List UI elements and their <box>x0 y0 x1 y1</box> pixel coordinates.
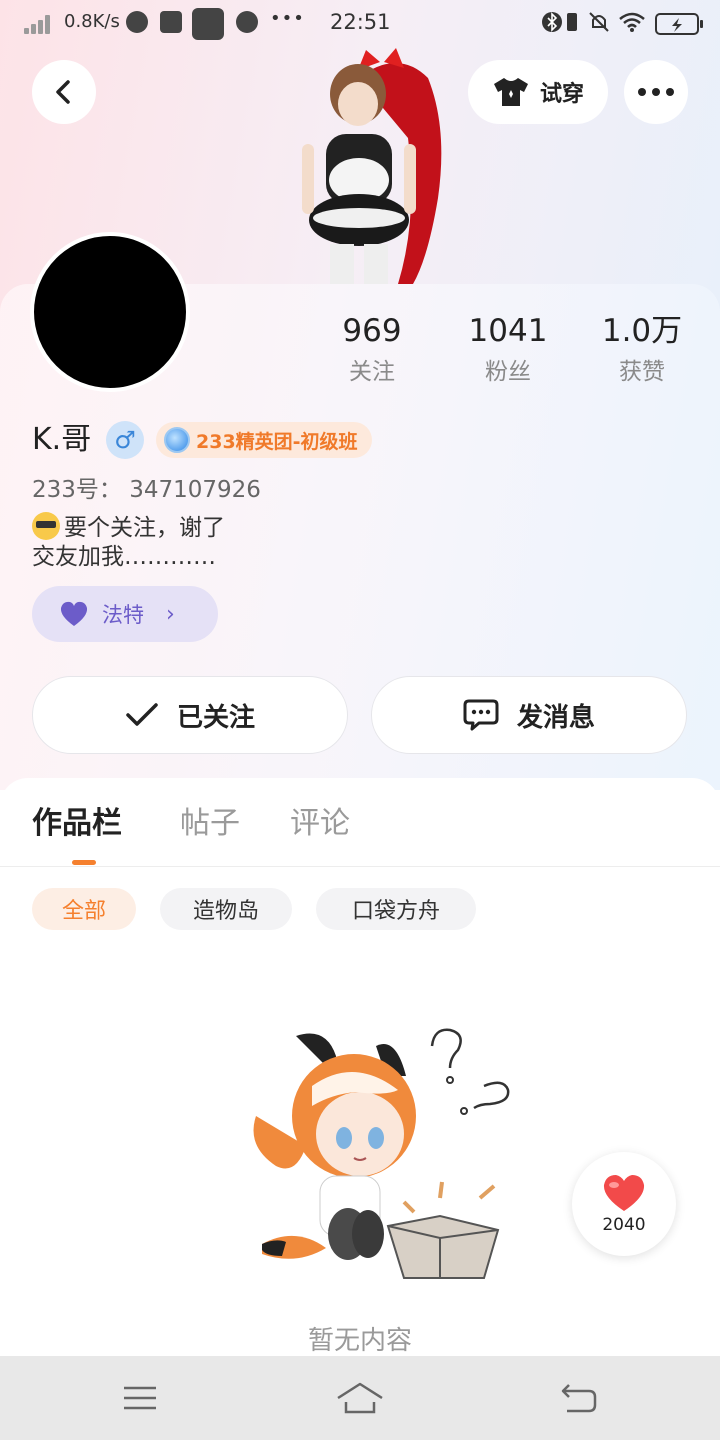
back-button[interactable] <box>32 60 96 124</box>
filter-creation-island[interactable]: 造物岛 <box>160 888 292 930</box>
cat-app-icon <box>236 11 258 33</box>
bluetooth-icon <box>542 11 562 38</box>
chevron-right-icon: › <box>166 601 175 627</box>
tab-divider <box>0 866 720 867</box>
avatar[interactable] <box>30 232 190 392</box>
followers-label: 粉丝 <box>485 359 531 385</box>
likes-label: 获赞 <box>619 359 665 385</box>
bio: 要个关注，谢了 交友加我………… <box>32 512 225 572</box>
try-on-label: 试穿 <box>539 82 584 107</box>
more-dots-icon <box>638 88 674 96</box>
filter-pocket-ark[interactable]: 口袋方舟 <box>316 888 476 930</box>
filter-all[interactable]: 全部 <box>32 888 136 930</box>
following-count: 969 <box>342 313 402 349</box>
tab-comments[interactable]: 评论 <box>290 802 350 846</box>
likes-stat[interactable]: 1.0万 获赞 <box>582 312 702 386</box>
tshirt-icon <box>493 78 528 106</box>
chat-bubble-icon <box>463 699 499 731</box>
elite-badge[interactable]: 233精英团-初级班 <box>156 422 372 458</box>
empty-state-text: 暂无内容 <box>307 1326 412 1356</box>
likes-count: 1.0万 <box>601 313 683 349</box>
wifi-icon <box>618 11 646 38</box>
relationship-tag-chip[interactable]: 法特 › <box>32 586 218 642</box>
send-message-label: 发消息 <box>516 702 595 733</box>
bio-line-1: 要个关注，谢了 <box>64 515 225 541</box>
avatar-3d-figure <box>288 48 458 284</box>
tab-posts[interactable]: 帖子 <box>180 802 240 846</box>
status-bar: 0.8K/s ••• 22:51 <box>0 0 720 46</box>
check-icon <box>126 703 158 726</box>
heart-icon <box>60 601 88 626</box>
more-options-button[interactable] <box>624 60 688 124</box>
mute-icon <box>588 11 610 38</box>
like-count: 2040 <box>602 1215 646 1235</box>
planet-app-icon <box>126 11 148 33</box>
vibrate-icon <box>566 11 578 38</box>
send-message-button[interactable]: 发消息 <box>371 676 687 754</box>
home-button[interactable] <box>330 1370 390 1426</box>
followers-stat[interactable]: 1041 粉丝 <box>448 312 568 386</box>
menu-lines-icon <box>124 1386 156 1410</box>
following-button[interactable]: 已关注 <box>32 676 348 754</box>
following-stat[interactable]: 969 关注 <box>312 312 432 386</box>
battery-icon <box>655 13 703 35</box>
active-tab-indicator <box>72 860 96 865</box>
more-notifications-icon: ••• <box>270 8 305 29</box>
chevron-left-icon <box>56 80 70 104</box>
male-gender-icon: ♂ <box>106 421 144 459</box>
following-label: 关注 <box>349 359 395 385</box>
network-speed: 0.8K/s <box>64 11 120 32</box>
followers-count: 1041 <box>468 313 548 349</box>
return-arrow-icon <box>561 1384 597 1413</box>
tab-works[interactable]: 作品栏 <box>32 802 122 846</box>
sunglasses-emoji-icon <box>32 512 60 540</box>
user-id: 233号： 347107926 <box>32 477 261 503</box>
clock: 22:51 <box>330 10 391 34</box>
system-nav-bar <box>0 1356 720 1440</box>
badge-gem-icon <box>164 427 190 453</box>
try-on-button[interactable]: 试穿 <box>468 60 608 124</box>
floating-like-button[interactable]: 2040 <box>572 1152 676 1256</box>
recent-apps-button[interactable] <box>110 1370 170 1426</box>
back-nav-button[interactable] <box>548 1370 608 1426</box>
tag-label: 法特 <box>102 603 144 627</box>
username: K.哥 <box>32 422 92 457</box>
home-icon <box>337 1382 383 1414</box>
red-heart-icon <box>603 1175 645 1211</box>
app-notification-icon <box>192 8 224 40</box>
bag-app-icon <box>160 11 182 33</box>
empty-state-illustration <box>236 1016 526 1286</box>
following-button-label: 已关注 <box>176 702 255 733</box>
signal-icon <box>24 14 52 34</box>
badge-label: 233精英团-初级班 <box>196 430 358 453</box>
bio-line-2: 交友加我………… <box>32 544 216 570</box>
